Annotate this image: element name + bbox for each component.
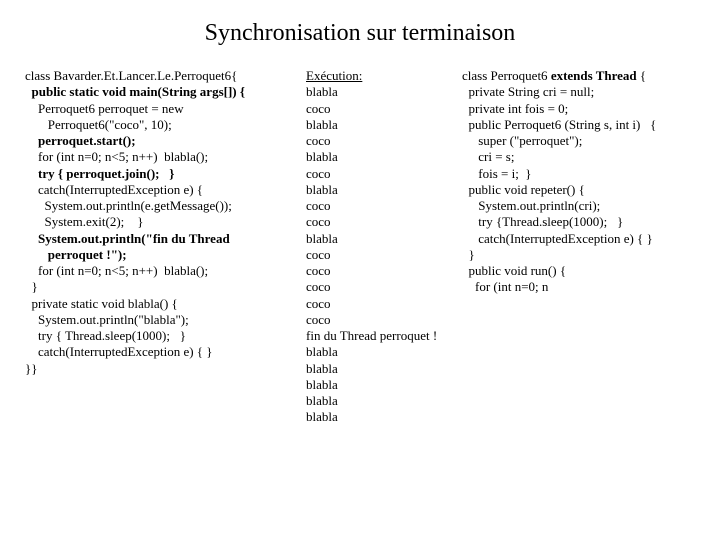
execution-output: Exécution: blabla coco blabla coco blabl… [306,68,456,426]
code-right: class Perroquet6 extends Thread { privat… [462,68,712,426]
content-columns: class Bavarder.Et.Lancer.Le.Perroquet6{ … [25,68,695,426]
slide-title: Synchronisation sur terminaison [25,18,695,48]
code-left: class Bavarder.Et.Lancer.Le.Perroquet6{ … [25,68,300,426]
